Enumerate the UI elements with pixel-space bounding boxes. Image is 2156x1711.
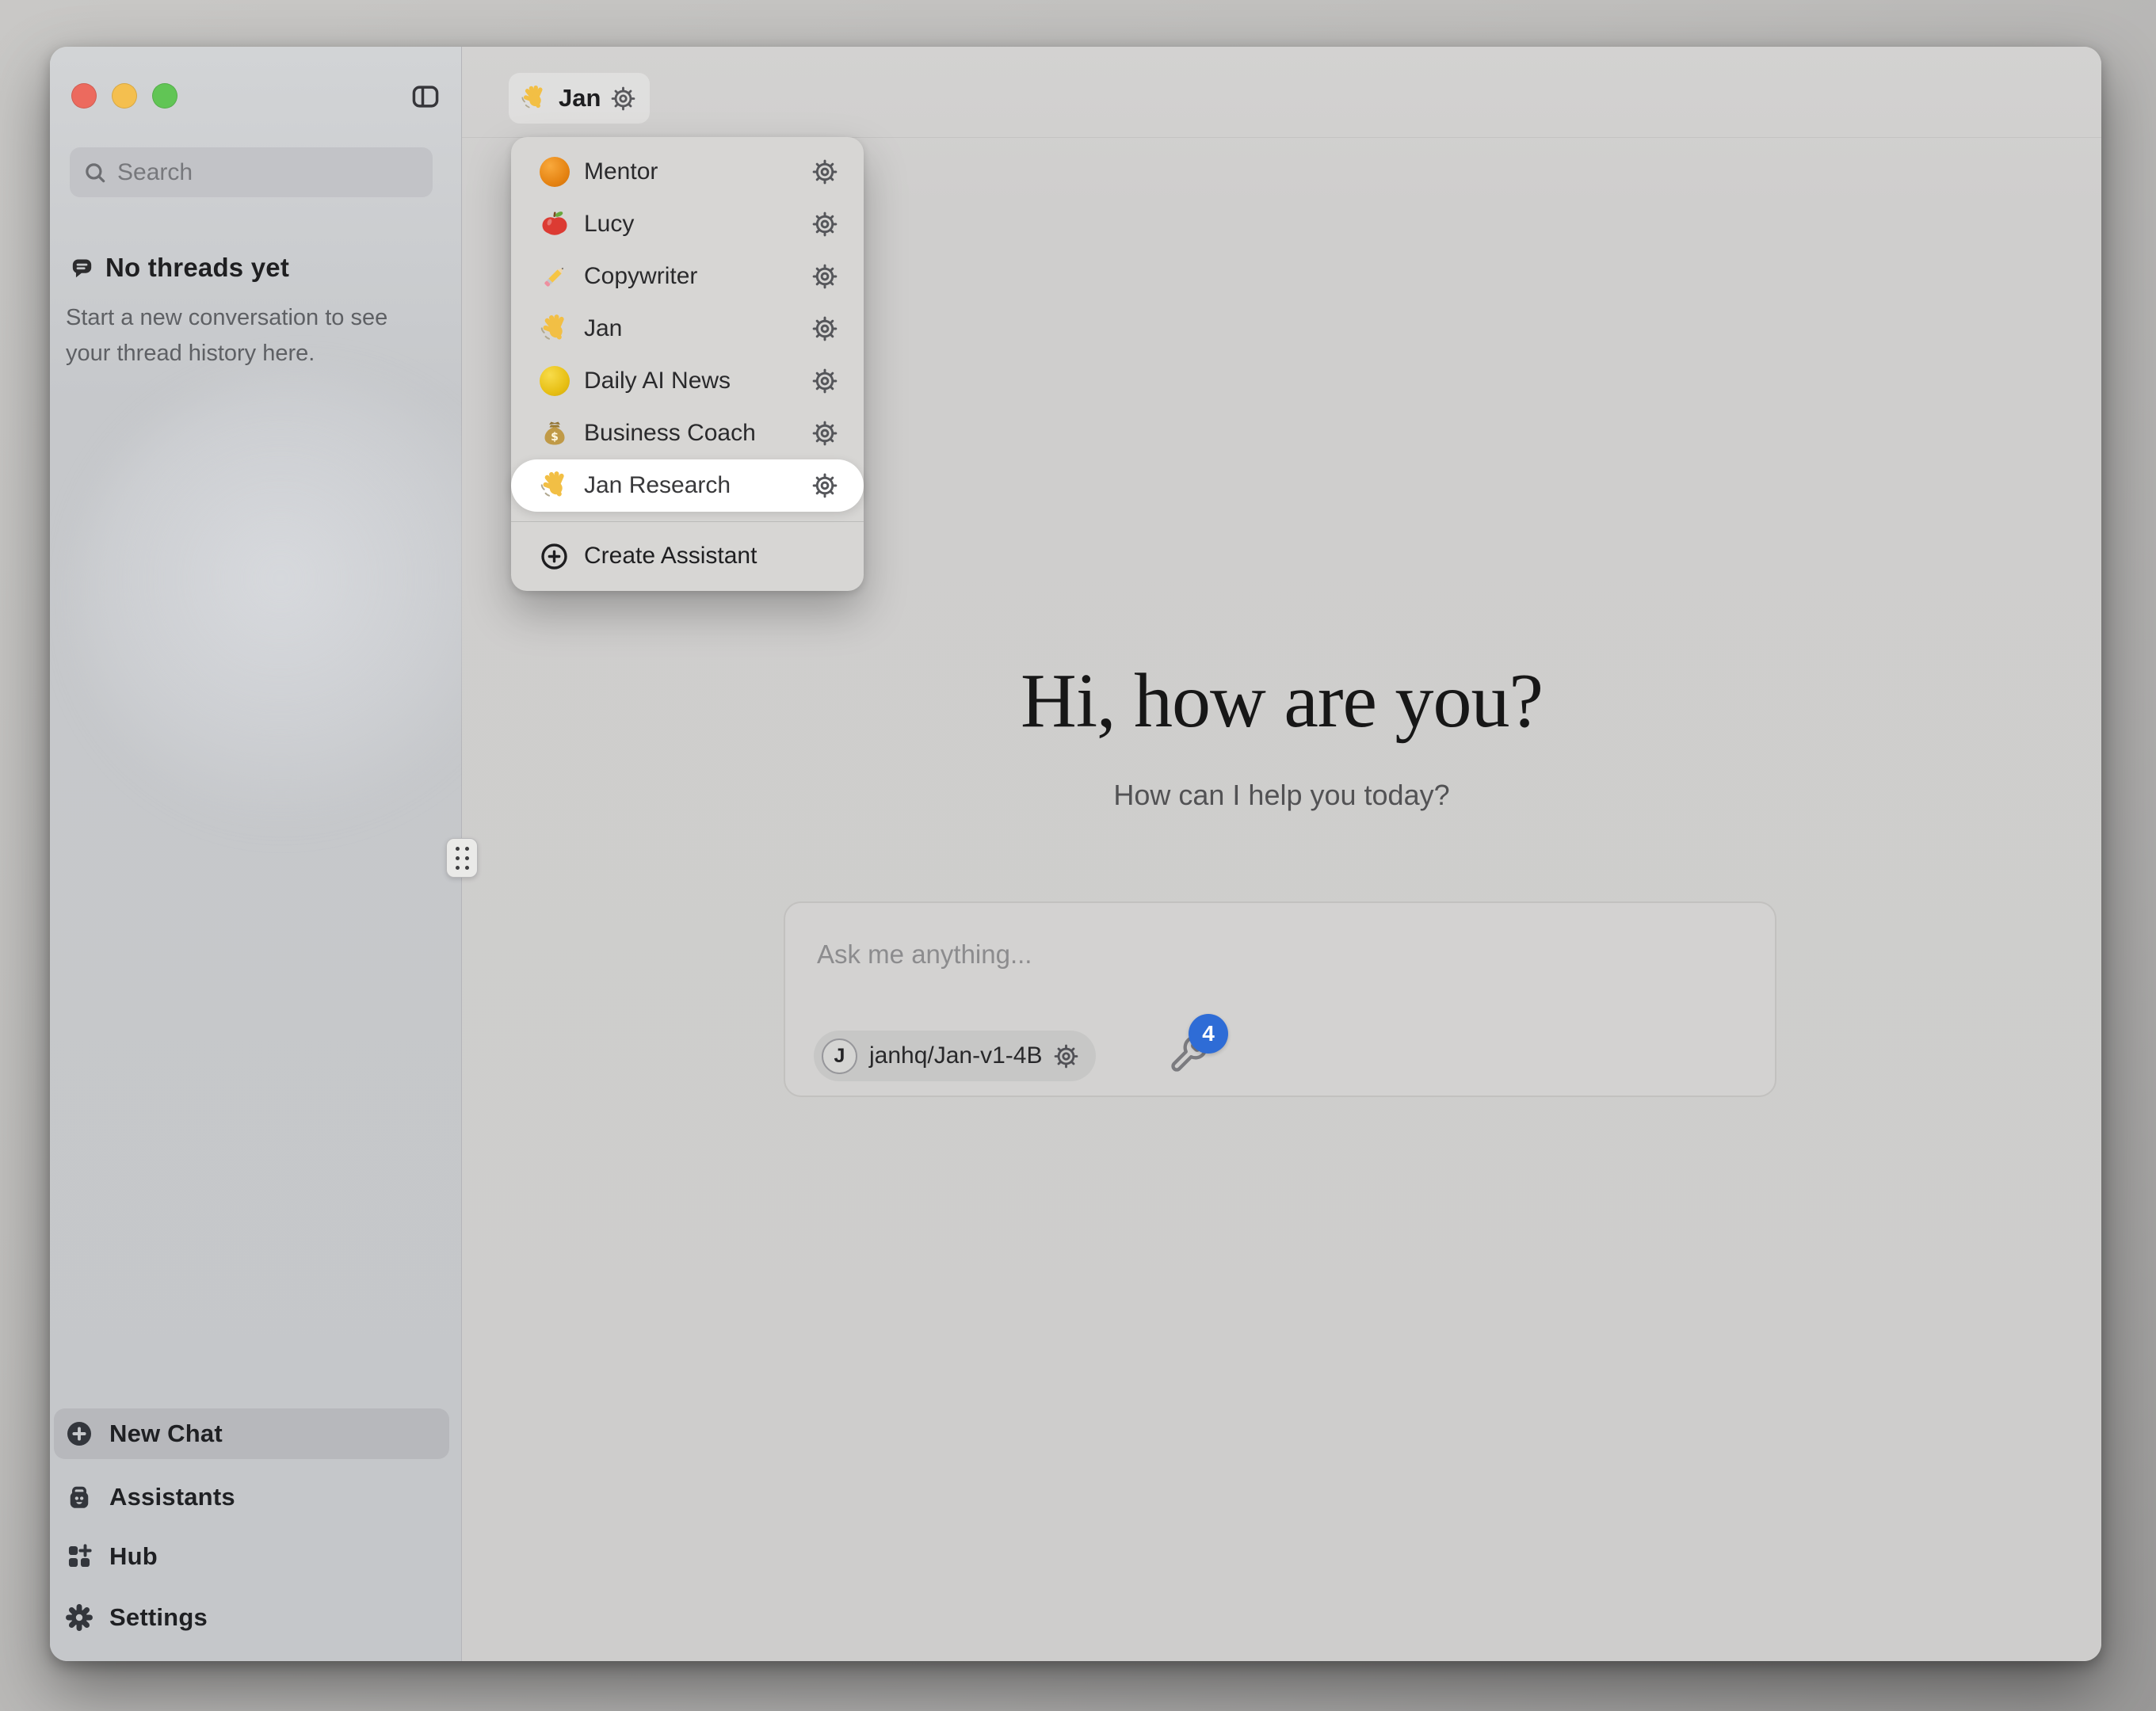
composer-placeholder: Ask me anything...	[817, 939, 1032, 970]
waving-hand-emoji	[539, 470, 570, 501]
sidebar: No threads yet Start a new conversation …	[50, 47, 462, 1661]
tools-count-badge: 4	[1189, 1014, 1228, 1054]
menu-item-label: Copywriter	[584, 263, 697, 290]
greeting-title: Hi, how are you?	[462, 657, 2101, 745]
menu-item-mentor[interactable]: Mentor	[511, 146, 864, 198]
waving-hand-emoji	[520, 84, 548, 112]
greeting-subtitle: How can I help you today?	[462, 779, 2101, 812]
create-assistant-button[interactable]: Create Assistant	[511, 530, 864, 582]
app-window: No threads yet Start a new conversation …	[50, 47, 2101, 1661]
plus-circle-outline-icon	[540, 542, 569, 571]
main-area: Jan Mentor Lucy Copywriter Jan	[462, 47, 2101, 1661]
sidebar-item-assistants[interactable]: Assistants	[54, 1472, 449, 1522]
assistant-selector-button[interactable]: Jan	[509, 73, 650, 124]
create-assistant-label: Create Assistant	[584, 543, 757, 570]
sidebar-item-hub[interactable]: Hub	[54, 1531, 449, 1582]
menu-item-label: Lucy	[584, 211, 634, 238]
sidebar-item-settings[interactable]: Settings	[54, 1592, 449, 1643]
gear-icon[interactable]	[812, 159, 838, 185]
search-bar[interactable]	[70, 147, 433, 197]
minimize-window-button[interactable]	[112, 83, 137, 109]
red-apple-emoji	[539, 208, 570, 240]
sidebar-resize-handle[interactable]	[446, 838, 478, 878]
toggle-sidebar-icon[interactable]	[410, 82, 441, 112]
gear-icon[interactable]	[611, 86, 635, 111]
gear-icon[interactable]	[812, 316, 838, 341]
orange-circle-emoji	[540, 157, 570, 187]
empty-state-title: No threads yet	[105, 253, 289, 283]
model-name: janhq/Jan-v1-4B	[869, 1042, 1042, 1069]
menu-item-label: Jan	[584, 315, 622, 342]
menu-item-lucy[interactable]: Lucy	[511, 198, 864, 250]
plus-circle-icon	[65, 1419, 93, 1448]
grid-plus-icon	[65, 1542, 93, 1571]
model-avatar: J	[822, 1038, 857, 1074]
menu-item-label: Mentor	[584, 158, 658, 185]
empty-state-description: Start a new conversation to see your thr…	[66, 300, 422, 372]
sidebar-item-new-chat[interactable]: New Chat	[54, 1408, 449, 1459]
zoom-window-button[interactable]	[152, 83, 177, 109]
menu-item-daily-ai-news[interactable]: Daily AI News	[511, 355, 864, 407]
close-window-button[interactable]	[71, 83, 97, 109]
assistant-dropdown-menu: Mentor Lucy Copywriter Jan Daily AI News	[511, 137, 864, 591]
nav-label: Hub	[109, 1542, 158, 1571]
model-selector-button[interactable]: J janhq/Jan-v1-4B	[814, 1031, 1096, 1081]
gear-icon[interactable]	[812, 368, 838, 394]
bot-icon	[65, 1483, 93, 1511]
gear-icon[interactable]	[812, 421, 838, 446]
waving-hand-emoji	[539, 313, 570, 345]
gear-icon[interactable]	[812, 473, 838, 498]
menu-item-label: Jan Research	[584, 472, 731, 499]
nav-label: Settings	[109, 1603, 208, 1632]
menu-separator	[511, 521, 864, 522]
menu-item-label: Daily AI News	[584, 368, 731, 394]
gear-icon[interactable]	[812, 211, 838, 237]
pencil-emoji	[539, 261, 570, 292]
gear-icon[interactable]	[812, 264, 838, 289]
menu-item-business-coach[interactable]: Business Coach	[511, 407, 864, 459]
nav-label: Assistants	[109, 1483, 235, 1511]
current-assistant-label: Jan	[559, 84, 601, 112]
search-input[interactable]	[117, 159, 420, 186]
menu-item-copywriter[interactable]: Copywriter	[511, 250, 864, 303]
chat-bubble-icon	[69, 255, 95, 281]
menu-item-jan-research-selected[interactable]: Jan Research	[511, 459, 864, 512]
money-bag-emoji	[539, 417, 570, 449]
threads-empty-state: No threads yet Start a new conversation …	[66, 253, 438, 372]
chat-composer[interactable]: Ask me anything... J janhq/Jan-v1-4B 4	[784, 901, 1776, 1097]
gear-solid-icon	[65, 1603, 93, 1632]
menu-item-jan[interactable]: Jan	[511, 303, 864, 355]
greeting: Hi, how are you? How can I help you toda…	[462, 657, 2101, 812]
gear-icon[interactable]	[1054, 1044, 1078, 1069]
menu-item-label: Business Coach	[584, 420, 756, 447]
search-icon	[82, 160, 108, 185]
nav-label: New Chat	[109, 1419, 223, 1448]
yellow-circle-emoji	[540, 366, 570, 396]
